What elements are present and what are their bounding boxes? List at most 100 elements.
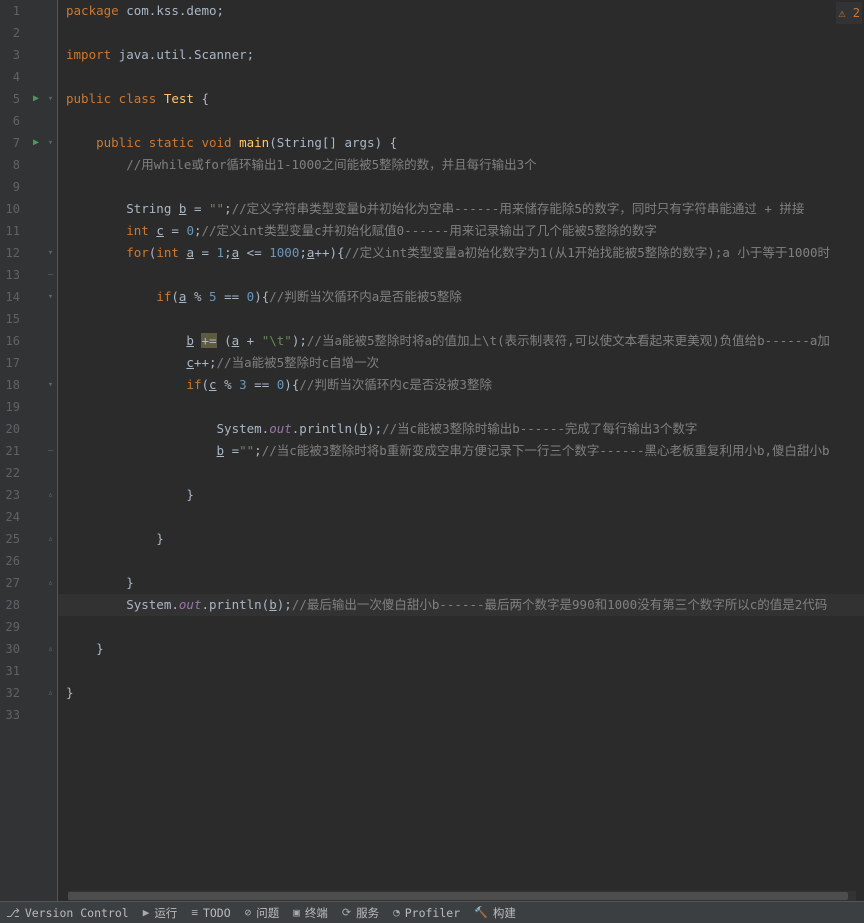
fold-cell[interactable] [44, 396, 57, 418]
gutter-icon-cell[interactable] [28, 66, 44, 88]
fold-cell[interactable] [44, 704, 57, 726]
code-line[interactable]: public class Test { [58, 88, 864, 110]
code-line[interactable]: } [58, 682, 864, 704]
fold-cell[interactable] [44, 308, 57, 330]
fold-cell[interactable] [44, 660, 57, 682]
code-line[interactable]: } [58, 638, 864, 660]
gutter-icon-cell[interactable] [28, 44, 44, 66]
gutter-icon-cell[interactable] [28, 418, 44, 440]
code-line[interactable] [58, 704, 864, 726]
gutter-icon-cell[interactable] [28, 220, 44, 242]
fold-cell[interactable] [44, 330, 57, 352]
warning-indicator[interactable]: ⚠ 2 [836, 2, 862, 24]
gutter-icon-cell[interactable] [28, 396, 44, 418]
code-line[interactable] [58, 176, 864, 198]
fold-cell[interactable] [44, 66, 57, 88]
fold-cell[interactable] [44, 22, 57, 44]
code-line[interactable]: b ="";//当c能被3整除时将b重新变成空串方便记录下一行三个数字-----… [58, 440, 864, 462]
fold-cell[interactable]: ▵ [44, 638, 57, 660]
fold-cell[interactable]: ‒ [44, 264, 57, 286]
scrollbar-thumb[interactable] [68, 892, 848, 900]
code-line[interactable]: if(c % 3 == 0){//判断当次循环内c是否没被3整除 [58, 374, 864, 396]
gutter-icon-cell[interactable] [28, 242, 44, 264]
profiler-tab[interactable]: ◔ Profiler [393, 906, 460, 920]
fold-cell[interactable] [44, 616, 57, 638]
code-line[interactable] [58, 66, 864, 88]
gutter-icon-cell[interactable] [28, 682, 44, 704]
fold-cell[interactable] [44, 550, 57, 572]
code-line[interactable] [58, 660, 864, 682]
version-control-tab[interactable]: ⎇ Version Control [6, 906, 129, 920]
problems-tab[interactable]: ⊘ 问题 [245, 905, 280, 921]
gutter-icon-cell[interactable] [28, 176, 44, 198]
horizontal-scrollbar[interactable] [68, 891, 856, 901]
gutter-icon-cell[interactable] [28, 660, 44, 682]
gutter-icon-cell[interactable] [28, 704, 44, 726]
fold-cell[interactable] [44, 198, 57, 220]
run-tab[interactable]: ▶ 运行 [143, 905, 178, 921]
gutter-icon-cell[interactable] [28, 528, 44, 550]
gutter-icon-cell[interactable]: ▶ [28, 88, 44, 110]
gutter-icon-cell[interactable] [28, 308, 44, 330]
fold-cell[interactable] [44, 154, 57, 176]
fold-cell[interactable] [44, 0, 57, 22]
code-line[interactable] [58, 506, 864, 528]
gutter-icon-cell[interactable] [28, 484, 44, 506]
todo-tab[interactable]: ≡ TODO [191, 906, 230, 920]
gutter-icon-cell[interactable] [28, 440, 44, 462]
code-line[interactable]: String b = "";//定义字符串类型变量b并初始化为空串------用… [58, 198, 864, 220]
gutter-icon-cell[interactable] [28, 550, 44, 572]
code-line[interactable]: } [58, 528, 864, 550]
gutter-icon-cell[interactable] [28, 506, 44, 528]
code-line[interactable]: } [58, 572, 864, 594]
gutter-icon-cell[interactable] [28, 110, 44, 132]
code-line[interactable]: for(int a = 1;a <= 1000;a++){//定义int类型变量… [58, 242, 864, 264]
gutter-icon-cell[interactable] [28, 638, 44, 660]
code-line[interactable]: //用while或for循环输出1-1000之间能被5整除的数，并且每行输出3个 [58, 154, 864, 176]
gutter-icon-cell[interactable] [28, 22, 44, 44]
code-line[interactable] [58, 110, 864, 132]
fold-cell[interactable] [44, 44, 57, 66]
gutter-icon-cell[interactable] [28, 264, 44, 286]
fold-cell[interactable]: ‒ [44, 440, 57, 462]
fold-cell[interactable]: ▵ [44, 682, 57, 704]
code-line[interactable]: c++;//当a能被5整除时c自增一次 [58, 352, 864, 374]
code-line[interactable] [58, 616, 864, 638]
code-line[interactable]: } [58, 484, 864, 506]
code-line[interactable] [58, 264, 864, 286]
gutter-icon-cell[interactable] [28, 594, 44, 616]
code-line[interactable] [58, 396, 864, 418]
terminal-tab[interactable]: ▣ 终端 [293, 905, 328, 921]
code-line[interactable] [58, 22, 864, 44]
services-tab[interactable]: ⟳ 服务 [342, 905, 379, 921]
code-line[interactable]: b += (a + "\t");//当a能被5整除时将a的值加上\t(表示制表符… [58, 330, 864, 352]
build-tab[interactable]: 🔨 构建 [474, 905, 516, 921]
gutter-icon-cell[interactable] [28, 352, 44, 374]
fold-cell[interactable] [44, 352, 57, 374]
run-line-icon[interactable]: ▶ [33, 88, 39, 110]
gutter-icon-cell[interactable] [28, 572, 44, 594]
gutter-icon-cell[interactable] [28, 330, 44, 352]
gutter-icon-cell[interactable]: ▶ [28, 132, 44, 154]
fold-cell[interactable]: ▵ [44, 528, 57, 550]
fold-cell[interactable]: ▵ [44, 572, 57, 594]
gutter-icon-cell[interactable] [28, 616, 44, 638]
fold-cell[interactable]: ▾ [44, 286, 57, 308]
fold-cell[interactable]: ▾ [44, 88, 57, 110]
code-line[interactable]: public static void main(String[] args) { [58, 132, 864, 154]
run-line-icon[interactable]: ▶ [33, 132, 39, 154]
gutter-icon-cell[interactable] [28, 286, 44, 308]
code-line[interactable]: int c = 0;//定义int类型变量c并初始化赋值0------用来记录输… [58, 220, 864, 242]
code-line[interactable] [58, 550, 864, 572]
fold-cell[interactable] [44, 418, 57, 440]
code-area[interactable]: ⚠ 2 package com.kss.demo;import java.uti… [58, 0, 864, 901]
fold-cell[interactable] [44, 594, 57, 616]
fold-cell[interactable] [44, 506, 57, 528]
fold-cell[interactable]: ▾ [44, 242, 57, 264]
fold-cell[interactable] [44, 176, 57, 198]
gutter-icon-cell[interactable] [28, 198, 44, 220]
code-line[interactable]: System.out.println(b);//当c能被3整除时输出b-----… [58, 418, 864, 440]
code-line[interactable]: import java.util.Scanner; [58, 44, 864, 66]
gutter-icon-cell[interactable] [28, 462, 44, 484]
fold-cell[interactable]: ▵ [44, 484, 57, 506]
